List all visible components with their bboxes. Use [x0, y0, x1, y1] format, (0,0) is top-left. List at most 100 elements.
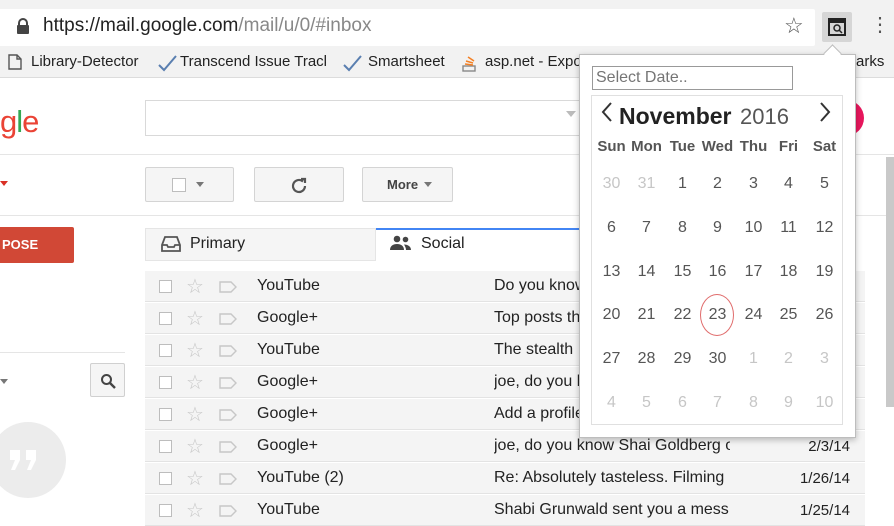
calendar-day[interactable]: 16	[700, 263, 735, 281]
checkmark-icon	[157, 54, 177, 72]
calendar-extension-button[interactable]	[822, 12, 852, 42]
calendar-day[interactable]: 8	[665, 219, 700, 237]
chevron-down-icon[interactable]	[0, 379, 8, 384]
calendar-day[interactable]: 6	[594, 219, 629, 237]
row-checkbox[interactable]	[159, 472, 172, 485]
calendar-day[interactable]: 20	[594, 306, 629, 324]
select-all-button[interactable]	[145, 167, 234, 202]
calendar-day[interactable]: 19	[807, 263, 842, 281]
calendar-day[interactable]: 15	[665, 263, 700, 281]
calendar-day[interactable]: 7	[629, 219, 664, 237]
importance-marker-icon[interactable]	[219, 409, 237, 421]
calendar-day-other-month[interactable]: 8	[736, 394, 771, 412]
search-options-caret-icon[interactable]	[566, 111, 576, 117]
importance-marker-icon[interactable]	[219, 441, 237, 453]
gmail-menu-caret-icon[interactable]	[0, 181, 8, 186]
calendar-year[interactable]: 2016	[740, 104, 789, 130]
calendar-day[interactable]: 18	[771, 263, 806, 281]
calendar-day-other-month[interactable]: 1	[736, 350, 771, 368]
calendar-day[interactable]: 10	[736, 219, 771, 237]
calendar-day[interactable]: 14	[629, 263, 664, 281]
calendar-day[interactable]: 4	[771, 175, 806, 193]
row-checkbox[interactable]	[159, 344, 172, 357]
bookmark-star-icon[interactable]: ☆	[784, 13, 804, 39]
calendar-day[interactable]: 29	[665, 350, 700, 368]
more-label: More	[387, 177, 419, 192]
importance-marker-icon[interactable]	[219, 473, 237, 485]
calendar-day[interactable]: 26	[807, 306, 842, 324]
select-date-input[interactable]	[592, 66, 793, 90]
row-checkbox[interactable]	[159, 312, 172, 325]
star-icon[interactable]: ☆	[186, 434, 204, 459]
star-icon[interactable]: ☆	[186, 274, 204, 299]
calendar-day[interactable]: 5	[807, 175, 842, 193]
star-icon[interactable]: ☆	[186, 370, 204, 395]
browser-menu-icon[interactable]: ⋮	[870, 12, 890, 37]
url-host: https://mail.google.com	[43, 15, 239, 36]
star-icon[interactable]: ☆	[186, 466, 204, 491]
star-icon[interactable]: ☆	[186, 402, 204, 427]
weekday-header: Mon	[631, 138, 662, 155]
calendar-day-other-month[interactable]: 31	[629, 175, 664, 193]
mail-search-input[interactable]	[145, 100, 585, 136]
calendar-day-other-month[interactable]: 6	[665, 394, 700, 412]
calendar-day[interactable]: 17	[736, 263, 771, 281]
hangouts-quote-icon[interactable]	[0, 422, 66, 498]
calendar-day-other-month[interactable]: 9	[771, 394, 806, 412]
row-sender: YouTube (2)	[257, 469, 344, 486]
calendar-day[interactable]: 2	[700, 175, 735, 193]
calendar-day[interactable]: 1	[665, 175, 700, 193]
calendar-day[interactable]: 9	[700, 219, 735, 237]
calendar-day[interactable]: 28	[629, 350, 664, 368]
importance-marker-icon[interactable]	[219, 377, 237, 389]
calendar-day[interactable]: 11	[771, 219, 806, 237]
row-checkbox[interactable]	[159, 280, 172, 293]
star-icon[interactable]: ☆	[186, 306, 204, 331]
next-month-chevron-icon[interactable]	[818, 101, 832, 130]
calendar-day[interactable]: 12	[807, 219, 842, 237]
row-checkbox[interactable]	[159, 504, 172, 517]
calendar-day-other-month[interactable]: 10	[807, 394, 842, 412]
importance-marker-icon[interactable]	[219, 505, 237, 517]
calendar-day-other-month[interactable]: 30	[594, 175, 629, 193]
other-bookmarks[interactable]: arks	[856, 53, 884, 70]
url-text[interactable]: https://mail.google.com/mail/u/0/#inbox	[43, 15, 371, 37]
importance-marker-icon[interactable]	[219, 345, 237, 357]
calendar-day-other-month[interactable]: 5	[629, 394, 664, 412]
row-sender: YouTube	[257, 341, 320, 358]
more-button[interactable]: More	[362, 167, 453, 202]
row-checkbox[interactable]	[159, 376, 172, 389]
calendar-day-other-month[interactable]: 3	[807, 350, 842, 368]
compose-button[interactable]: POSE	[0, 227, 74, 263]
calendar-day[interactable]: 22	[665, 306, 700, 324]
search-people-button[interactable]	[90, 363, 125, 397]
importance-marker-icon[interactable]	[219, 313, 237, 325]
scrollbar[interactable]	[886, 157, 894, 407]
calendar-day[interactable]: 21	[629, 306, 664, 324]
calendar-day[interactable]: 3	[736, 175, 771, 193]
calendar-day[interactable]: 30	[700, 350, 735, 368]
refresh-button[interactable]	[254, 167, 344, 202]
bookmark-smartsheet[interactable]: Smartsheet	[368, 53, 445, 70]
importance-marker-icon[interactable]	[219, 281, 237, 293]
star-icon[interactable]: ☆	[186, 498, 204, 523]
url-path: /mail/u/0/#inbox	[238, 15, 372, 36]
calendar-day[interactable]: 23	[700, 306, 735, 324]
calendar-day[interactable]: 27	[594, 350, 629, 368]
calendar-month[interactable]: November	[619, 103, 731, 130]
select-checkbox[interactable]	[172, 178, 186, 192]
calendar-day[interactable]: 24	[736, 306, 771, 324]
bookmark-library-detector[interactable]: Library-Detector	[31, 53, 139, 70]
google-logo: gle	[0, 104, 39, 139]
star-icon[interactable]: ☆	[186, 338, 204, 363]
prev-month-chevron-icon[interactable]	[600, 101, 614, 130]
bookmark-transcend-issue-tracker[interactable]: Transcend Issue Tracke	[180, 53, 326, 70]
row-checkbox[interactable]	[159, 408, 172, 421]
calendar-day-other-month[interactable]: 7	[700, 394, 735, 412]
calendar-day-other-month[interactable]: 4	[594, 394, 629, 412]
calendar-day-other-month[interactable]: 2	[771, 350, 806, 368]
calendar-day[interactable]: 13	[594, 263, 629, 281]
calendar-day[interactable]: 25	[771, 306, 806, 324]
row-checkbox[interactable]	[159, 440, 172, 453]
bookmark-aspnet[interactable]: asp.net - Expo	[485, 53, 579, 70]
